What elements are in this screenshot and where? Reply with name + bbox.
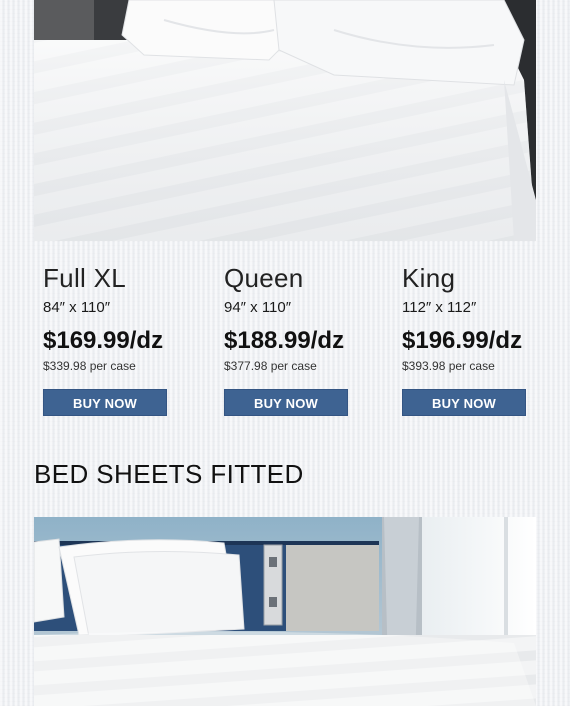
product-price: $188.99/dz xyxy=(224,327,345,354)
product-size: 112″ x 112″ xyxy=(402,299,477,316)
bed-sheets-photo-top xyxy=(34,0,536,241)
product-full-xl: Full XL 84″ x 110″ $169.99/dz $339.98 pe… xyxy=(43,262,203,416)
buy-now-button[interactable]: BUY NOW xyxy=(224,389,348,416)
bed-image xyxy=(34,517,536,706)
product-case-price: $339.98 per case xyxy=(43,359,136,373)
buy-now-button[interactable]: BUY NOW xyxy=(43,389,167,416)
product-price: $169.99/dz xyxy=(43,327,164,354)
bed-image xyxy=(34,0,536,241)
product-price: $196.99/dz xyxy=(402,327,523,354)
buy-now-button[interactable]: BUY NOW xyxy=(402,389,526,416)
product-name: Queen xyxy=(224,263,304,293)
product-name: King xyxy=(402,263,456,293)
section-title: BED SHEETS FITTED xyxy=(34,459,304,489)
bed-sheets-photo-bottom xyxy=(34,517,536,706)
product-size: 94″ x 110″ xyxy=(224,299,292,316)
product-king: King 112″ x 112″ $196.99/dz $393.98 per … xyxy=(402,262,562,416)
product-queen: Queen 94″ x 110″ $188.99/dz $377.98 per … xyxy=(224,262,384,416)
product-name: Full XL xyxy=(43,263,127,293)
product-case-price: $377.98 per case xyxy=(224,359,317,373)
product-size: 84″ x 110″ xyxy=(43,299,111,316)
product-case-price: $393.98 per case xyxy=(402,359,495,373)
